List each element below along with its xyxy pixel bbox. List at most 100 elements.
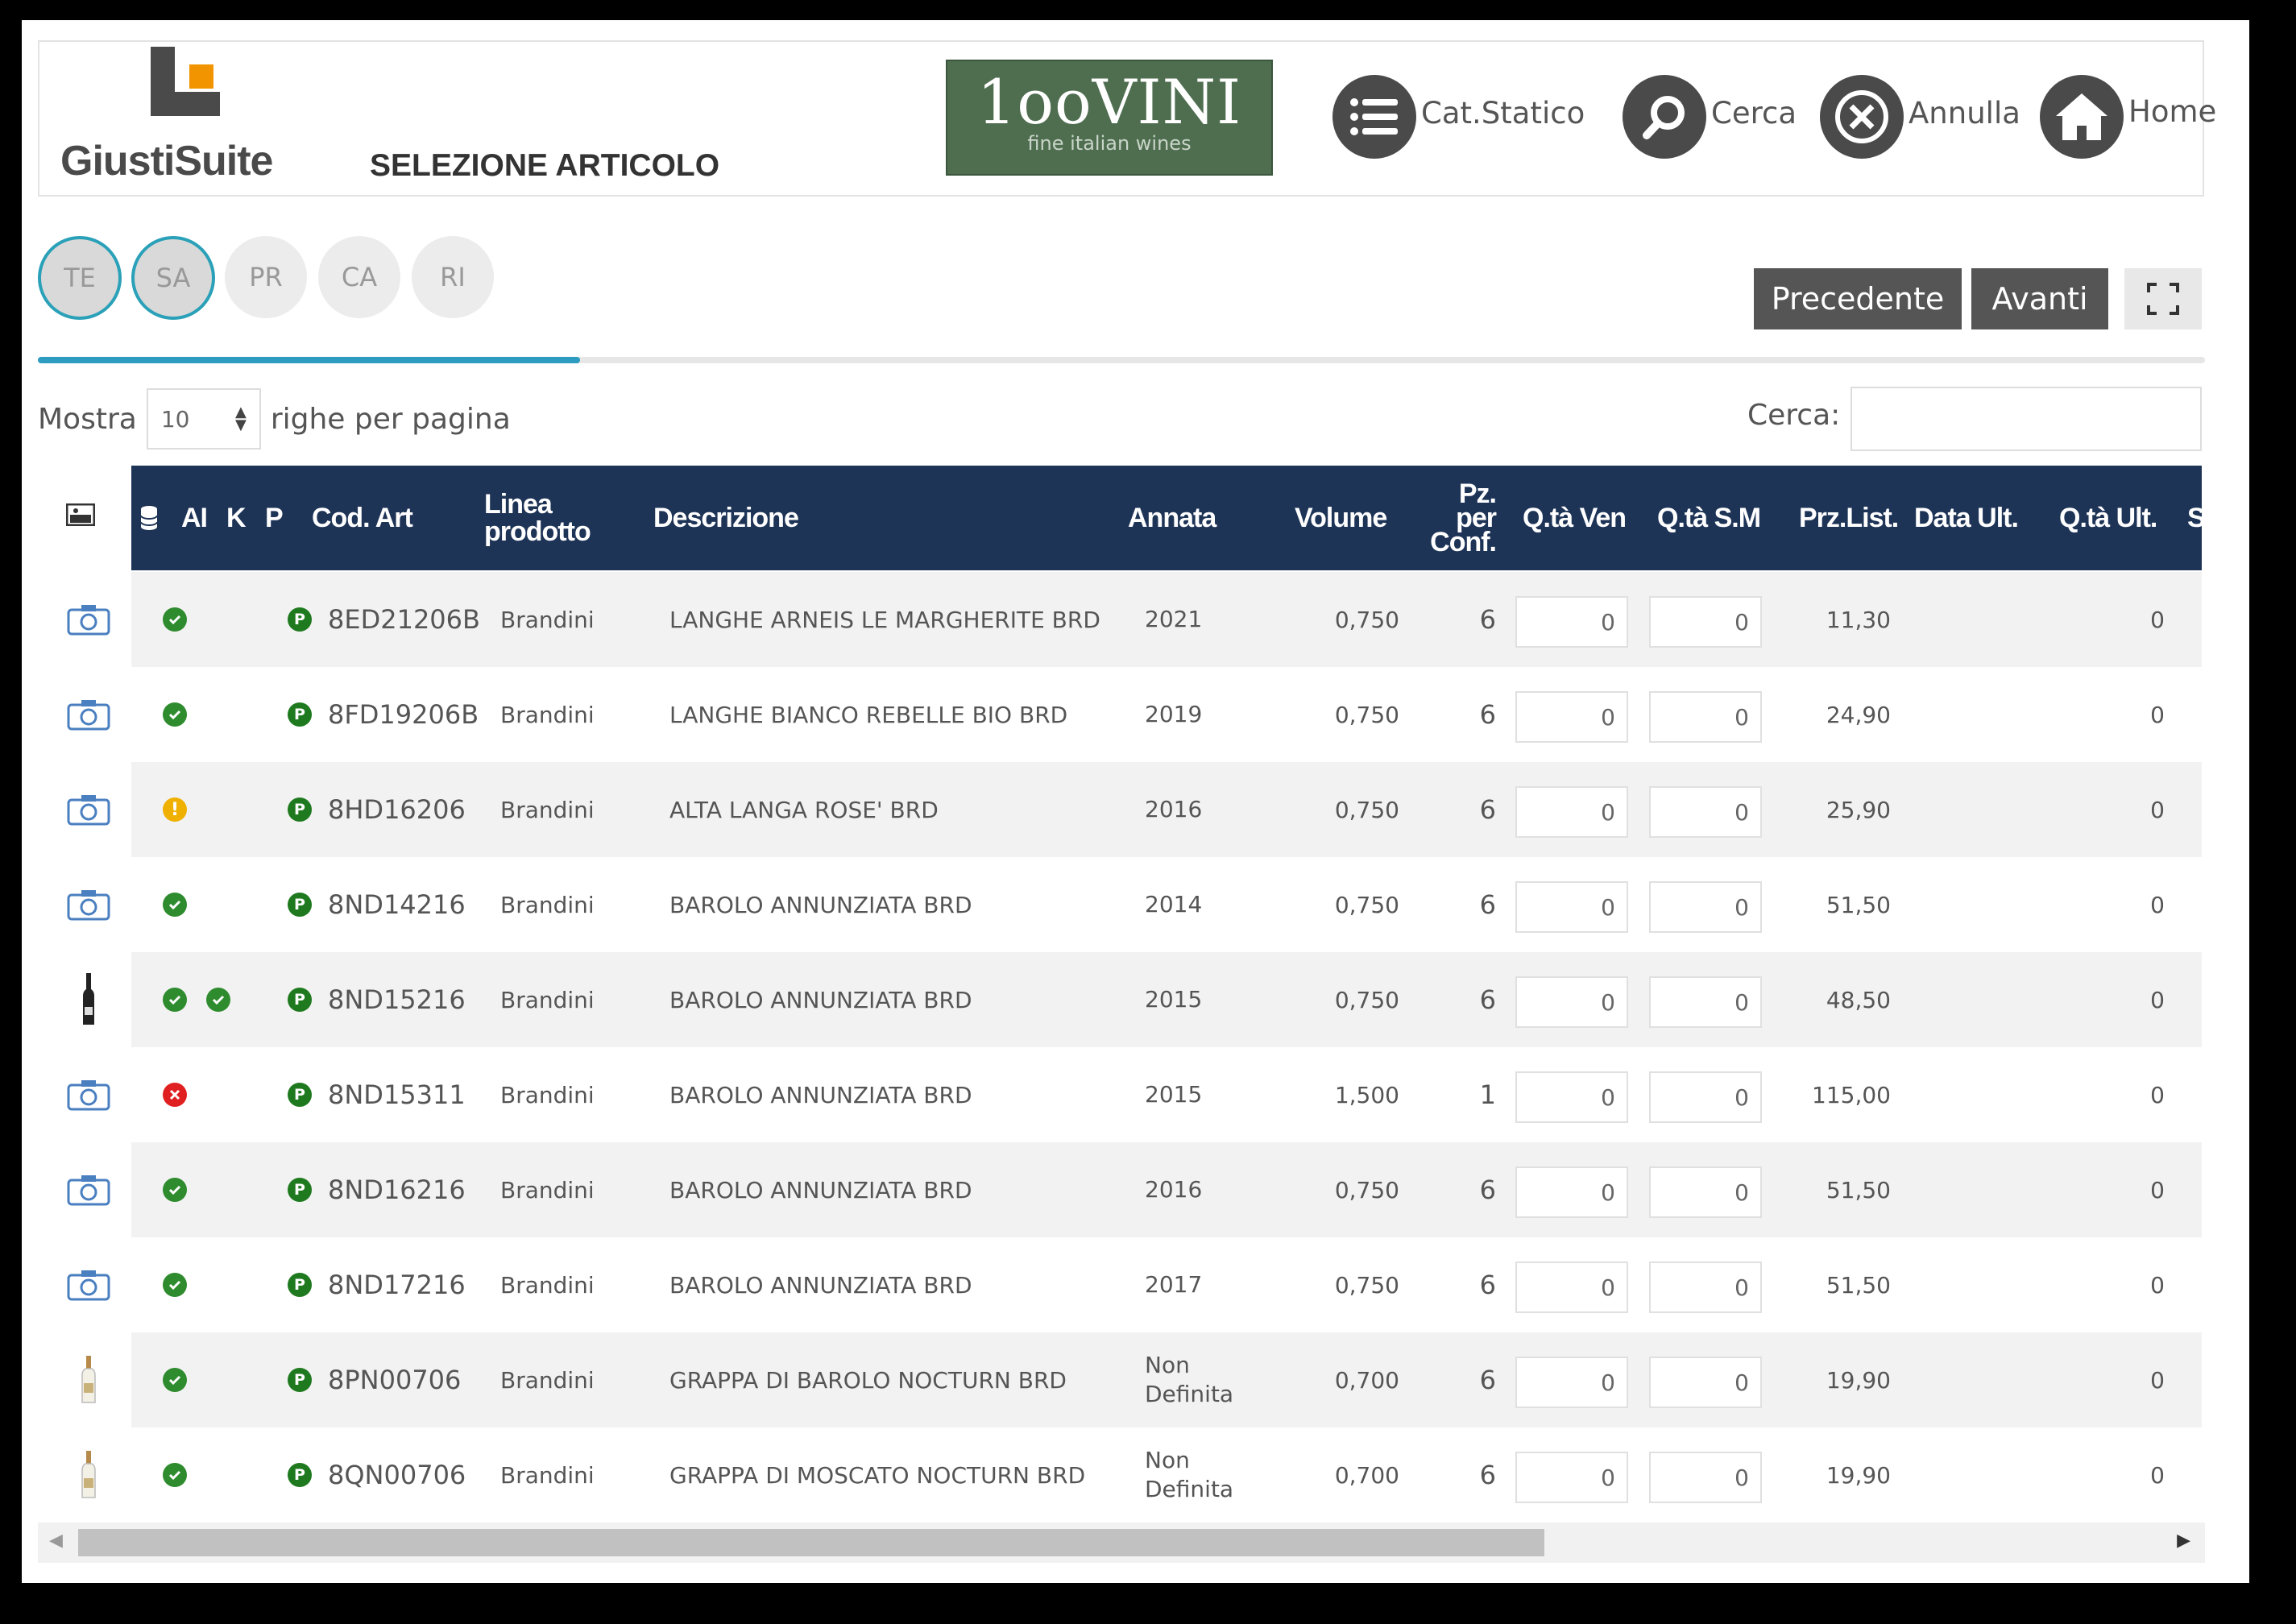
col-qta-ult[interactable]: Q.tà Ult. (2059, 466, 2157, 570)
row-status (163, 1142, 187, 1237)
table-row[interactable]: P 8FD19206B Brandini LANGHE BIANCO REBELLE … (38, 667, 2205, 762)
table-row[interactable]: P 8QN00706 Brandini GRAPPA DI MOSCATO NOCTU… (38, 1427, 2205, 1522)
precedente-button[interactable]: Precedente (1754, 268, 1962, 329)
qta-sm-input[interactable]: 0 (1649, 1357, 1762, 1408)
row-image[interactable] (60, 667, 117, 762)
qta-sm-input[interactable]: 0 (1649, 691, 1762, 743)
qta-sm-input[interactable]: 0 (1649, 786, 1762, 838)
row-linea: Brandini (500, 796, 595, 823)
row-p: P (288, 857, 312, 952)
avanti-button[interactable]: Avanti (1971, 268, 2108, 329)
col-p[interactable]: P (265, 466, 284, 570)
row-image[interactable] (60, 1427, 117, 1522)
row-p: P (288, 1332, 312, 1427)
row-image[interactable] (60, 1332, 117, 1427)
wine-bottle-icon[interactable] (79, 972, 98, 1028)
qta-ven-input[interactable]: 0 (1515, 786, 1628, 838)
camera-icon[interactable] (67, 1174, 110, 1206)
table-row[interactable]: P 8ND15311 Brandini BAROLO ANNUNZIATA BRD 20… (38, 1047, 2205, 1142)
qta-ven-input[interactable]: 0 (1515, 976, 1628, 1028)
qta-ven-input[interactable]: 0 (1515, 691, 1628, 743)
row-p: P (288, 667, 312, 762)
row-image[interactable] (60, 572, 117, 667)
camera-icon[interactable] (67, 603, 110, 636)
col-descrizione[interactable]: Descrizione (653, 466, 799, 570)
row-annata-line1: 2017 (1145, 1271, 1203, 1298)
camera-icon[interactable] (67, 793, 110, 826)
expand-button[interactable] (2124, 268, 2202, 329)
table-row[interactable]: P 8ND15216 Brandini BAROLO ANNUNZIATA BRD 20… (38, 952, 2205, 1047)
scroll-right-icon[interactable]: ▶ (2177, 1531, 2190, 1551)
row-image[interactable] (60, 1047, 117, 1142)
qta-sm-input[interactable]: 0 (1649, 1071, 1762, 1123)
qta-ven-input[interactable]: 0 (1515, 1357, 1628, 1408)
home-button[interactable]: Home (2040, 72, 2216, 161)
qta-sm-input[interactable]: 0 (1649, 1166, 1762, 1218)
row-descrizione: BAROLO ANNUNZIATA BRD (669, 986, 972, 1013)
qta-sm-input[interactable]: 0 (1649, 1452, 1762, 1503)
qta-ven-input[interactable]: 0 (1515, 1452, 1628, 1503)
row-annata: 2019 (1145, 667, 1202, 762)
row-image[interactable] (60, 952, 117, 1047)
horizontal-scrollbar[interactable]: ◀ ▶ (38, 1522, 2205, 1563)
table-row[interactable]: P 8ED21206B Brandini LANGHE ARNEIS LE MARGH… (38, 572, 2205, 667)
col-sc[interactable]: Sc. (2187, 466, 2227, 570)
cat-statico-button[interactable]: Cat.Statico (1332, 72, 1585, 161)
search-input[interactable] (1850, 387, 2202, 451)
qta-ven-input[interactable]: 0 (1515, 1071, 1628, 1123)
qta-ven-input[interactable]: 0 (1515, 881, 1628, 933)
camera-icon[interactable] (67, 1269, 110, 1301)
qta-ven-input[interactable]: 0 (1515, 596, 1628, 648)
col-annata[interactable]: Annata (1128, 466, 1216, 570)
row-image[interactable] (60, 1237, 117, 1332)
table-row[interactable]: ! P 8HD16206 Brandini ALTA LANGA ROSE' BRD 20… (38, 762, 2205, 857)
step-pr[interactable]: PR (225, 236, 307, 318)
col-cod-art[interactable]: Cod. Art (312, 466, 413, 570)
col-k[interactable]: K (226, 466, 247, 570)
table-row[interactable]: P 8ND16216 Brandini BAROLO ANNUNZIATA BRD 20… (38, 1142, 2205, 1237)
table-row[interactable]: P 8ND14216 Brandini BAROLO ANNUNZIATA BRD 20… (38, 857, 2205, 952)
row-pz-conf: 6 (1479, 699, 1496, 730)
step-ri[interactable]: RI (412, 236, 494, 318)
col-prz-list[interactable]: Prz.List. (1799, 466, 1899, 570)
qta-ven-input[interactable]: 0 (1515, 1262, 1628, 1313)
col-qta-sm[interactable]: Q.tà S.M (1657, 466, 1761, 570)
camera-icon[interactable] (67, 1079, 110, 1111)
row-status (163, 1332, 187, 1427)
col-linea-prodotto[interactable]: Linea prodotto (484, 466, 591, 570)
step-te[interactable]: TE (38, 236, 122, 320)
row-descrizione: BAROLO ANNUNZIATA BRD (669, 1271, 972, 1299)
table-row[interactable]: P 8ND17216 Brandini BAROLO ANNUNZIATA BRD 20… (38, 1237, 2205, 1332)
page-length-select[interactable]: 10 ▲ ▼ (146, 388, 261, 450)
table-row[interactable]: P 8PN00706 Brandini GRAPPA DI BAROLO NOCTUR… (38, 1332, 2205, 1427)
cerca-button[interactable]: Cerca (1623, 72, 1797, 161)
row-pz-conf: 6 (1479, 984, 1496, 1015)
qta-sm-input[interactable]: 0 (1649, 976, 1762, 1028)
row-prz-list: 115,00 (1812, 1081, 1891, 1108)
col-ai[interactable]: AI (181, 466, 208, 570)
row-linea: Brandini (500, 1366, 595, 1394)
col-volume[interactable]: Volume (1295, 466, 1387, 570)
row-image[interactable] (60, 857, 117, 952)
col-qta-ven[interactable]: Q.tà Ven (1523, 466, 1627, 570)
row-descrizione: GRAPPA DI MOSCATO NOCTURN BRD (669, 1461, 1086, 1489)
grappa-bottle-icon[interactable] (79, 1354, 98, 1406)
row-cod-art: 8ND15216 (328, 984, 466, 1015)
step-sa[interactable]: SA (131, 236, 215, 320)
col-data-ult[interactable]: Data Ult. (1914, 466, 2019, 570)
camera-icon[interactable] (67, 889, 110, 921)
qta-sm-input[interactable]: 0 (1649, 881, 1762, 933)
qta-sm-input[interactable]: 0 (1649, 596, 1762, 648)
scrollbar-thumb[interactable] (78, 1529, 1544, 1556)
qta-sm-input[interactable]: 0 (1649, 1262, 1762, 1313)
row-annata-line2: Definita (1145, 1476, 1234, 1502)
scroll-left-icon[interactable]: ◀ (49, 1531, 63, 1551)
row-image[interactable] (60, 762, 117, 857)
step-ca[interactable]: CA (318, 236, 400, 318)
camera-icon[interactable] (67, 698, 110, 731)
grappa-bottle-icon[interactable] (79, 1449, 98, 1501)
annulla-button[interactable]: Annulla (1820, 72, 2020, 161)
row-image[interactable] (60, 1142, 117, 1237)
qta-ven-input[interactable]: 0 (1515, 1166, 1628, 1218)
col-pz-per-conf[interactable]: Pz. per Conf. (1430, 466, 1497, 570)
